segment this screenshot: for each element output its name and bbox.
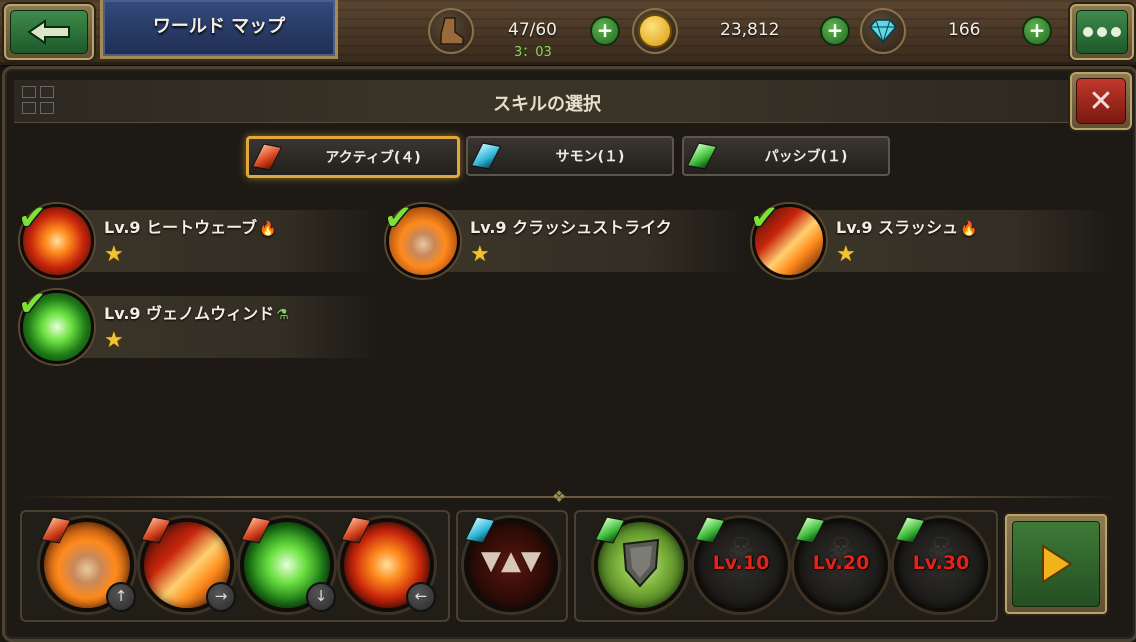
poison-element-icon: ⚗ [276,307,289,323]
red-gem-icon [251,143,283,171]
active-slot-1[interactable]: ↑ [40,516,136,612]
shield-skill-icon [622,538,660,588]
star-rating: ★ [104,328,124,353]
add-stamina-button[interactable]: + [590,16,620,46]
arrow-down-icon: ↓ [306,582,336,612]
layout-grid-icon[interactable] [22,86,54,114]
arrow-left-icon: ← [406,582,436,612]
skill-name: Lv.9 ヒートウェーブ [104,218,258,237]
close-button[interactable]: ✕ [1068,70,1134,132]
skill-item-slash[interactable]: ✔ Lv.9 スラッシュ 🔥 ★ [750,198,1110,278]
unlock-level-label: Lv.10 [712,552,770,574]
green-gem-icon [686,142,718,170]
stamina-timer: 3：03 [514,45,552,60]
skill-name: Lv.9 スラッシュ [836,218,959,237]
back-button[interactable] [2,2,96,62]
passive-slot-locked-lv30[interactable]: ☠ Lv.30 [894,516,988,612]
active-slot-4[interactable]: ← [340,516,436,612]
stamina-value: 47/60 [508,20,557,40]
star-rating: ★ [470,242,490,267]
tab-passive[interactable]: パッシブ(１) [682,136,890,176]
fire-element-icon: 🔥 [259,221,277,237]
more-dots-icon [1076,10,1128,54]
checkmark-icon: ✔ [750,198,779,238]
tab-active[interactable]: アクティブ(４) [246,136,460,178]
checkmark-icon: ✔ [18,284,47,324]
skill-item-heat-wave[interactable]: ✔ Lv.9 ヒートウェーブ 🔥 ★ [18,198,378,278]
ornament-icon: ❖ [551,487,567,506]
active-slot-2[interactable]: → [140,516,236,612]
menu-button[interactable] [1068,2,1136,62]
dialog-header: スキルの選択 [14,80,1080,123]
tab-passive-label: パッシブ(１) [764,149,848,165]
world-map-title-banner[interactable]: ワールド マップ [100,0,338,59]
passive-slot-locked-lv10[interactable]: ☠ Lv.10 [694,516,788,612]
back-arrow-icon [10,10,88,54]
star-rating: ★ [836,242,856,267]
tab-summon-label: サモン(１) [555,149,625,165]
passive-slot-1[interactable] [594,516,688,612]
boot-icon [428,8,474,54]
gold-coin-icon [632,8,678,54]
summon-slot[interactable]: ▼▲▼ [464,516,558,612]
add-gold-button[interactable]: + [820,16,850,46]
tab-summon[interactable]: サモン(１) [466,136,674,176]
unlock-level-label: Lv.30 [912,552,970,574]
fire-element-icon: 🔥 [960,221,978,237]
monster-maw-icon: ▼▲▼ [481,546,541,576]
close-icon: ✕ [1076,78,1126,124]
skill-name: Lv.9 クラッシュストライク [470,218,672,237]
gold-value: 23,812 [720,20,780,40]
diamond-icon [860,8,906,54]
world-map-title: ワールド マップ [152,16,286,37]
skill-name: Lv.9 ヴェノムウィンド [104,304,275,323]
star-rating: ★ [104,242,124,267]
checkmark-icon: ✔ [384,198,413,238]
passive-slot-locked-lv20[interactable]: ☠ Lv.20 [794,516,888,612]
active-slot-3[interactable]: ↓ [240,516,336,612]
gem-value: 166 [948,20,981,40]
dialog-title: スキルの選択 [493,94,601,115]
checkmark-icon: ✔ [18,198,47,238]
unlock-level-label: Lv.20 [812,552,870,574]
skill-item-venom-wind[interactable]: ✔ Lv.9 ヴェノムウィンド ⚗ ★ [18,284,378,364]
arrow-up-icon: ↑ [106,582,136,612]
cyan-gem-icon [470,142,502,170]
arrow-right-icon: → [206,582,236,612]
tab-active-label: アクティブ(４) [325,150,421,166]
add-gems-button[interactable]: + [1022,16,1052,46]
skill-item-crash-strike[interactable]: ✔ Lv.9 クラッシュストライク ★ [384,198,744,278]
next-button[interactable] [1003,512,1109,616]
play-arrow-icon [1012,521,1100,607]
